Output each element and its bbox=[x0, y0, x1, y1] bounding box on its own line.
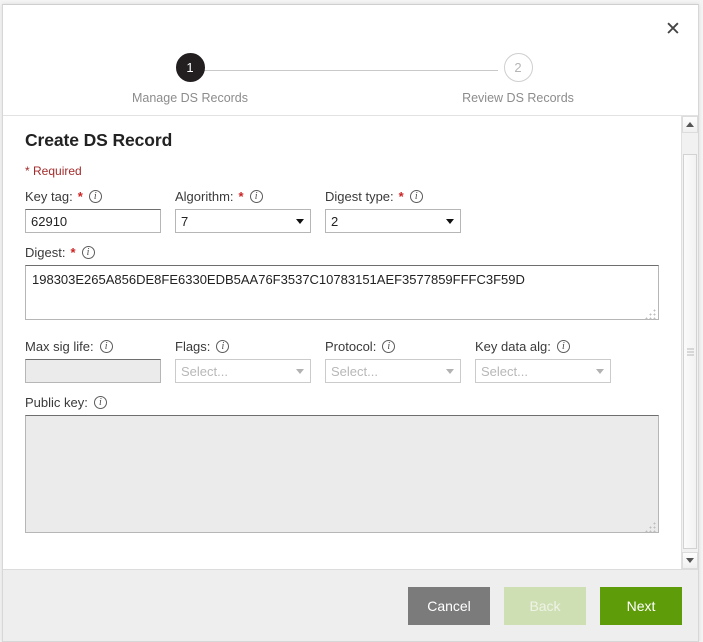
scroll-up-button[interactable] bbox=[682, 116, 698, 133]
key-data-alg-label-text: Key data alg: bbox=[475, 339, 551, 354]
digest-type-select[interactable]: 2 bbox=[325, 209, 461, 233]
wizard-stepper: 1 Manage DS Records 2 Review DS Records bbox=[3, 53, 698, 113]
stepper-step-manage-ds-records[interactable]: 1 Manage DS Records bbox=[105, 53, 275, 105]
triangle-up-icon bbox=[686, 122, 694, 127]
field-key-data-alg: Key data alg: i Select... bbox=[475, 339, 611, 383]
dialog-body: Create DS Record * Required Key tag: * i bbox=[3, 116, 681, 569]
field-key-tag: Key tag: * i bbox=[25, 189, 161, 233]
max-sig-life-input bbox=[25, 359, 161, 383]
step-2-label: Review DS Records bbox=[462, 91, 574, 105]
public-key-textarea-wrap bbox=[25, 415, 659, 536]
field-flags: Flags: i Select... bbox=[175, 339, 311, 383]
key-data-alg-label: Key data alg: i bbox=[475, 339, 611, 354]
protocol-select-wrap: Select... bbox=[325, 359, 461, 383]
key-tag-required-star: * bbox=[77, 189, 83, 204]
public-key-info-icon[interactable]: i bbox=[93, 396, 107, 409]
algorithm-select[interactable]: 7 bbox=[175, 209, 311, 233]
field-digest: Digest: * i 198303E265A856DE8FE6330EDB5A… bbox=[25, 245, 659, 323]
max-sig-life-label-text: Max sig life: bbox=[25, 339, 94, 354]
page-title: Create DS Record bbox=[25, 130, 173, 150]
digest-info-icon[interactable]: i bbox=[81, 246, 95, 259]
step-1-circle[interactable]: 1 bbox=[175, 53, 205, 82]
field-max-sig-life: Max sig life: i bbox=[25, 339, 161, 383]
digest-type-label-text: Digest type: bbox=[325, 189, 394, 204]
triangle-down-icon bbox=[686, 558, 694, 563]
public-key-resize-handle[interactable] bbox=[645, 522, 656, 533]
flags-label-text: Flags: bbox=[175, 339, 211, 354]
field-row-2: Max sig life: i Flags: i Select... Proto… bbox=[25, 339, 659, 383]
create-ds-record-dialog: ✕ 1 Manage DS Records 2 Review DS Record… bbox=[2, 4, 699, 642]
dialog-body-wrapper: Create DS Record * Required Key tag: * i bbox=[3, 115, 698, 569]
protocol-select: Select... bbox=[325, 359, 461, 383]
digest-type-required-star: * bbox=[398, 189, 404, 204]
max-sig-life-info-icon[interactable]: i bbox=[99, 340, 113, 353]
flags-info-icon[interactable]: i bbox=[216, 340, 230, 353]
digest-label: Digest: * i bbox=[25, 245, 659, 260]
key-data-alg-info-icon[interactable]: i bbox=[556, 340, 570, 353]
page-backdrop: ✕ 1 Manage DS Records 2 Review DS Record… bbox=[0, 0, 703, 642]
digest-type-select-wrap: 2 bbox=[325, 209, 461, 233]
scrollbar-grip-icon bbox=[687, 348, 694, 355]
digest-type-label: Digest type: * i bbox=[325, 189, 461, 204]
close-icon[interactable]: ✕ bbox=[658, 14, 688, 44]
digest-type-info-icon[interactable]: i bbox=[409, 190, 423, 203]
field-protocol: Protocol: i Select... bbox=[325, 339, 461, 383]
max-sig-life-label: Max sig life: i bbox=[25, 339, 161, 354]
protocol-label: Protocol: i bbox=[325, 339, 461, 354]
public-key-label-text: Public key: bbox=[25, 395, 88, 410]
step-2-circle[interactable]: 2 bbox=[503, 53, 533, 82]
key-data-alg-select: Select... bbox=[475, 359, 611, 383]
protocol-info-icon[interactable]: i bbox=[382, 340, 396, 353]
dialog-footer: Cancel Back Next bbox=[3, 569, 698, 641]
flags-select: Select... bbox=[175, 359, 311, 383]
key-tag-input[interactable] bbox=[25, 209, 161, 233]
vertical-scrollbar[interactable] bbox=[681, 116, 698, 569]
flags-select-wrap: Select... bbox=[175, 359, 311, 383]
key-data-alg-select-wrap: Select... bbox=[475, 359, 611, 383]
field-public-key: Public key: i bbox=[25, 395, 659, 536]
digest-resize-handle[interactable] bbox=[645, 309, 656, 320]
step-1-label: Manage DS Records bbox=[131, 91, 249, 105]
public-key-textarea bbox=[25, 415, 659, 533]
cancel-button[interactable]: Cancel bbox=[408, 586, 490, 625]
digest-required-star: * bbox=[70, 245, 76, 260]
flags-label: Flags: i bbox=[175, 339, 311, 354]
key-tag-label-text: Key tag: bbox=[25, 189, 73, 204]
required-note: * Required bbox=[25, 164, 82, 178]
key-tag-label: Key tag: * i bbox=[25, 189, 161, 204]
algorithm-label-text: Algorithm: bbox=[175, 189, 234, 204]
scroll-down-button[interactable] bbox=[682, 552, 698, 569]
back-button: Back bbox=[504, 586, 586, 625]
scrollbar-thumb[interactable] bbox=[683, 154, 697, 549]
field-row-1: Key tag: * i Algorithm: * i bbox=[25, 189, 659, 233]
algorithm-label: Algorithm: * i bbox=[175, 189, 311, 204]
protocol-label-text: Protocol: bbox=[325, 339, 377, 354]
field-digest-type: Digest type: * i 2 bbox=[325, 189, 461, 233]
next-button[interactable]: Next bbox=[600, 586, 682, 625]
digest-textarea[interactable]: 198303E265A856DE8FE6330EDB5AA76F3537C107… bbox=[25, 265, 659, 320]
digest-textarea-wrap: 198303E265A856DE8FE6330EDB5AA76F3537C107… bbox=[25, 265, 659, 323]
algorithm-select-wrap: 7 bbox=[175, 209, 311, 233]
algorithm-required-star: * bbox=[238, 189, 244, 204]
public-key-label: Public key: i bbox=[25, 395, 659, 410]
digest-label-text: Digest: bbox=[25, 245, 66, 260]
algorithm-info-icon[interactable]: i bbox=[249, 190, 263, 203]
key-tag-info-icon[interactable]: i bbox=[88, 190, 102, 203]
stepper-step-review-ds-records[interactable]: 2 Review DS Records bbox=[433, 53, 603, 105]
field-algorithm: Algorithm: * i 7 bbox=[175, 189, 311, 233]
dialog-header: ✕ 1 Manage DS Records 2 Review DS Record… bbox=[3, 5, 698, 115]
